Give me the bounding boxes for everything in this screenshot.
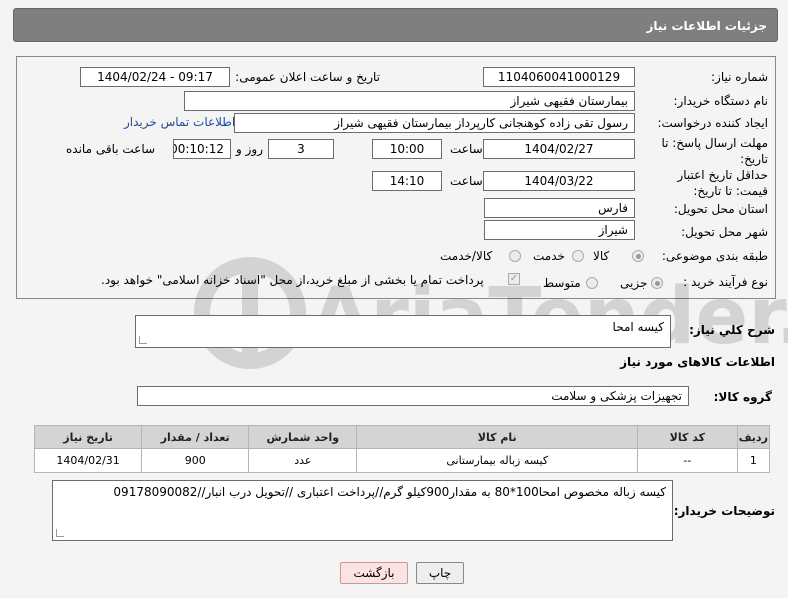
cell-name: کیسه زباله بیمارستانی <box>356 448 639 473</box>
delivery-city-field: شیراز <box>484 220 635 240</box>
treasury-payment-checkbox[interactable]: ✓ <box>508 273 520 285</box>
items-table: ردیف کد کالا نام کالا واحد شمارش تعداد /… <box>33 425 771 473</box>
description-field[interactable]: کیسه امحا <box>135 315 671 348</box>
price-validity-label: حداقل تاریخ اعتبار قیمت: تا تاریخ: <box>677 168 768 198</box>
remaining-time-field: 00:10:12 <box>173 139 231 159</box>
buyer-org-label: نام دستگاه خریدار: <box>673 94 769 108</box>
requester-label: ایجاد کننده درخواست: <box>657 116 768 130</box>
category-goods-service-radio[interactable] <box>509 250 521 262</box>
col-header-quantity: تعداد / مقدار <box>141 425 250 449</box>
resize-grip-icon[interactable] <box>139 336 147 344</box>
process-minor-radio[interactable] <box>651 277 663 289</box>
announce-datetime-label: تاریخ و ساعت اعلان عمومی: <box>235 70 380 84</box>
table-row[interactable]: 1 -- کیسه زباله بیمارستانی عدد 900 1404/… <box>33 448 771 473</box>
goods-group-field: تجهیزات پزشکی و سلامت <box>137 386 689 406</box>
cell-need-date: 1404/02/31 <box>33 448 143 473</box>
col-header-row: ردیف <box>736 425 771 449</box>
reply-days-label: روز و <box>236 142 263 156</box>
col-header-name: نام کالا <box>356 425 639 449</box>
price-validity-date: 1404/03/22 <box>483 171 635 191</box>
buyer-contact-link[interactable]: اطلاعات تماس خریدار <box>124 115 235 129</box>
buyer-org-field: بیمارستان فقیهی شیراز <box>184 91 635 111</box>
cell-row-number: 1 <box>736 448 771 473</box>
delivery-province-label: استان محل تحویل: <box>673 202 768 216</box>
need-number-field: 1104060041000129 <box>483 67 635 87</box>
reply-deadline-date: 1404/02/27 <box>483 139 635 159</box>
goods-group-label: گروه کالا: <box>713 390 772 404</box>
goods-section-title: اطلاعات کالاهای مورد نیاز <box>620 355 775 369</box>
process-medium-radio[interactable] <box>586 277 598 289</box>
remaining-time-label: ساعت باقی مانده <box>66 142 156 156</box>
price-validity-time-label: ساعت <box>450 174 483 188</box>
description-text: کیسه امحا <box>612 320 664 334</box>
category-goods-label: کالا <box>593 249 610 263</box>
delivery-province-field: فارس <box>484 198 635 218</box>
col-header-need-date: تاریخ نیاز <box>33 425 143 449</box>
need-number-label: شماره نیاز: <box>711 70 768 84</box>
buyer-notes-text: کیسه زباله مخصوص امحا100*80 به مقدار900ک… <box>113 485 666 499</box>
delivery-city-label: شهر محل تحویل: <box>681 225 768 239</box>
category-goods-service-label: کالا/خدمت <box>440 249 493 263</box>
process-type-label: نوع فرآیند خرید : <box>683 275 768 289</box>
page-title: جزئیات اطلاعات نیاز <box>646 19 767 33</box>
treasury-payment-note: پرداخت تمام یا بخشی از مبلغ خرید،از محل … <box>101 273 484 287</box>
back-button[interactable]: بازگشت <box>340 562 408 584</box>
announce-datetime-field: 1404/02/24 - 09:17 <box>80 67 230 87</box>
requester-field: رسول تقی زاده کوهنجانی کارپرداز بیمارستا… <box>234 113 635 133</box>
page-title-bar: جزئیات اطلاعات نیاز <box>13 8 778 42</box>
resize-grip-icon[interactable] <box>56 529 64 537</box>
items-table-header: ردیف کد کالا نام کالا واحد شمارش تعداد /… <box>33 425 771 449</box>
reply-time-label: ساعت <box>450 142 483 156</box>
cell-code: -- <box>637 448 738 473</box>
description-label: شرح کلي نياز: <box>689 323 775 337</box>
category-service-radio[interactable] <box>572 250 584 262</box>
buyer-notes-label: توضیحات خریدار: <box>673 504 775 518</box>
reply-days-field: 3 <box>268 139 334 159</box>
cell-quantity: 900 <box>141 448 250 473</box>
col-header-code: کد کالا <box>637 425 738 449</box>
category-service-label: خدمت <box>533 249 565 263</box>
print-button[interactable]: چاپ <box>416 562 464 584</box>
price-validity-time: 14:10 <box>372 171 442 191</box>
cell-unit: عدد <box>248 448 358 473</box>
reply-deadline-label: مهلت ارسال پاسخ: تا تاریخ: <box>661 136 768 166</box>
buyer-notes-field[interactable]: کیسه زباله مخصوص امحا100*80 به مقدار900ک… <box>52 480 673 541</box>
category-label: طبقه بندی موضوعی: <box>661 249 768 263</box>
process-medium-label: متوسط <box>543 276 581 290</box>
process-minor-label: جزیی <box>620 276 648 290</box>
reply-deadline-time: 10:00 <box>372 139 442 159</box>
category-goods-radio[interactable] <box>632 250 644 262</box>
col-header-unit: واحد شمارش <box>248 425 358 449</box>
